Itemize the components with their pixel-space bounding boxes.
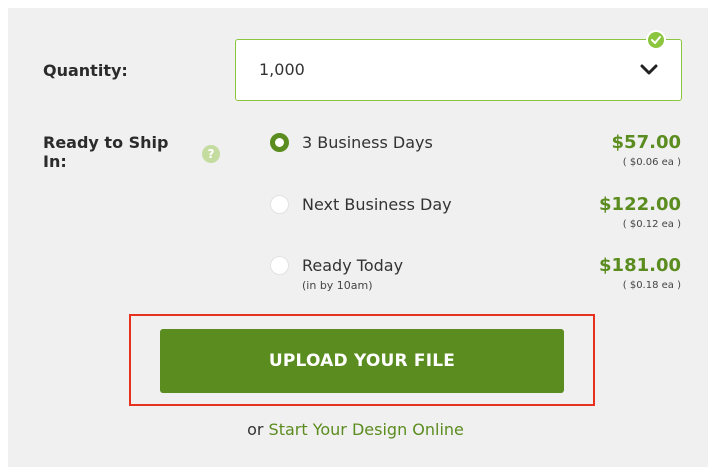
radio-ready-today[interactable] bbox=[270, 256, 289, 275]
option-price: $57.00 bbox=[611, 132, 681, 153]
quantity-label: Quantity: bbox=[43, 61, 128, 80]
check-circle-icon bbox=[646, 30, 666, 50]
option-unit-price: ( $0.06 ea ) bbox=[622, 157, 681, 168]
design-online-line: or Start Your Design Online bbox=[0, 420, 711, 439]
option-sublabel: (in by 10am) bbox=[302, 279, 373, 292]
ready-to-ship-label: Ready to Ship In: bbox=[43, 133, 169, 171]
start-design-online-link[interactable]: Start Your Design Online bbox=[269, 420, 464, 439]
chevron-down-icon bbox=[640, 64, 658, 75]
option-unit-price: ( $0.12 ea ) bbox=[622, 219, 681, 230]
option-price: $181.00 bbox=[599, 255, 681, 276]
ship-option-ready-today[interactable]: Ready Today (in by 10am) $181.00 ( $0.18… bbox=[270, 254, 690, 304]
help-icon[interactable]: ? bbox=[202, 145, 220, 163]
design-prefix: or bbox=[247, 420, 264, 439]
quantity-value: 1,000 bbox=[259, 60, 305, 79]
quantity-select[interactable]: 1,000 bbox=[235, 39, 682, 101]
ship-option-next-business-day[interactable]: Next Business Day $122.00 ( $0.12 ea ) bbox=[270, 193, 690, 243]
option-label: 3 Business Days bbox=[302, 133, 433, 152]
radio-3-business-days[interactable] bbox=[270, 133, 289, 152]
option-label: Ready Today bbox=[302, 256, 404, 275]
option-unit-price: ( $0.18 ea ) bbox=[622, 280, 681, 291]
radio-next-business-day[interactable] bbox=[270, 195, 289, 214]
ship-option-3-business-days[interactable]: 3 Business Days $57.00 ( $0.06 ea ) bbox=[270, 131, 690, 181]
option-price: $122.00 bbox=[599, 194, 681, 215]
option-label: Next Business Day bbox=[302, 195, 452, 214]
upload-file-button[interactable]: UPLOAD YOUR FILE bbox=[160, 329, 564, 393]
